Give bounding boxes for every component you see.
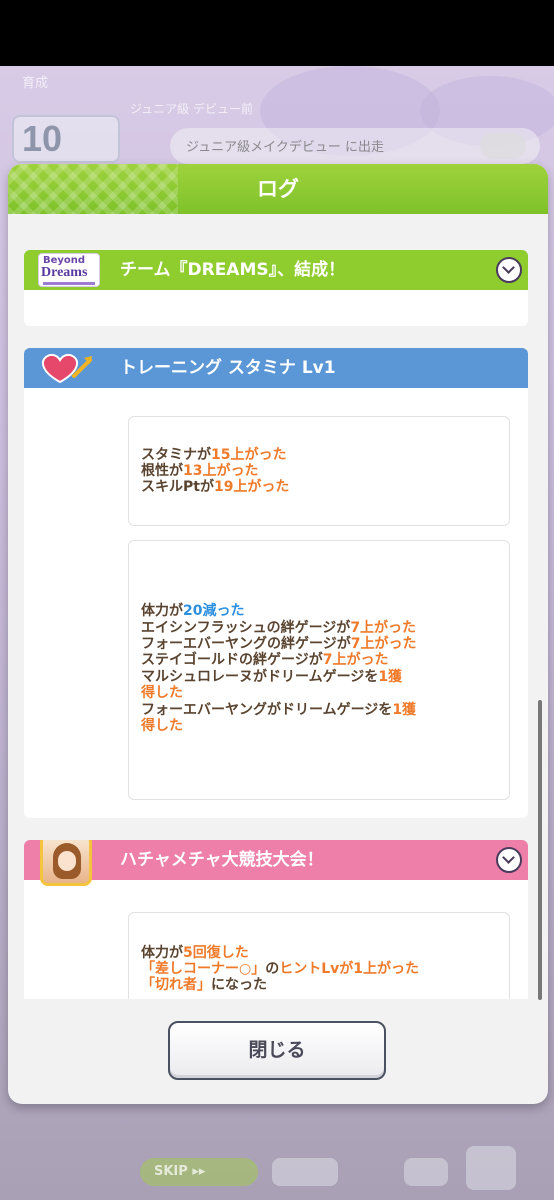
log-line: フォーエバーヤングがドリームゲージを1獲 (141, 702, 417, 718)
log-button-bg (272, 1158, 338, 1186)
log-line: 体力が5回復した (141, 945, 249, 961)
log-entry-competition: ハチャメチャ大競技大会！ 体力が5回復した 「差しコーナー○」のヒントLvが1上… (24, 840, 528, 999)
character-portrait (40, 840, 92, 886)
heart-arrow-icon (42, 353, 92, 384)
dialog-header: ログ (8, 164, 548, 214)
goal-detail-button (480, 133, 526, 159)
chevron-down-icon[interactable] (496, 257, 522, 283)
log-dialog: ログ Beyond Dreams チーム『DREAMS』、結成！ トレーニング … (8, 164, 548, 1104)
entry-title: トレーニング スタミナ Lv1 (120, 358, 336, 378)
log-line: ステイゴールドの絆ゲージが7上がった (141, 652, 389, 668)
event-effect-box: 体力が5回復した 「差しコーナー○」のヒントLvが1上がった 「切れ者」になった (128, 912, 510, 999)
chevron-down-icon[interactable] (496, 847, 522, 873)
close-button[interactable]: 閉じる (168, 1021, 386, 1080)
scrollbar[interactable] (538, 700, 542, 1000)
turn-label: 育成 (22, 76, 49, 91)
log-line: スタミナが15上がった (141, 447, 287, 463)
entry-header[interactable]: ハチャメチャ大競技大会！ (24, 840, 528, 886)
log-line: 得した (141, 718, 183, 734)
log-scroll-area[interactable]: Beyond Dreams チーム『DREAMS』、結成！ トレーニング スタミ… (18, 214, 538, 999)
log-entry-team: Beyond Dreams チーム『DREAMS』、結成！ (24, 250, 528, 326)
log-line: 「切れ者」になった (141, 977, 267, 993)
log-line: エイシンフラッシュの絆ゲージが7上がった (141, 620, 417, 636)
entry-header: トレーニング スタミナ Lv1 (24, 348, 528, 388)
log-line: スキルPtが19上がった (141, 479, 290, 495)
extra-button-bg (404, 1158, 448, 1186)
entry-title: チーム『DREAMS』、結成！ (120, 260, 346, 280)
turn-number: 10 (22, 118, 63, 159)
close-button-label: 閉じる (248, 1039, 306, 1061)
log-line: マルシュロレーヌがドリームゲージを1獲 (141, 669, 403, 685)
event-effect-box: 体力が20減った エイシンフラッシュの絆ゲージが7上がった フォーエバーヤングの… (128, 540, 510, 800)
stat-change-box: スタミナが15上がった 根性が13上がった スキルPtが19上がった (128, 416, 510, 526)
menu-icon (466, 1146, 516, 1190)
entry-header[interactable]: Beyond Dreams チーム『DREAMS』、結成！ (24, 250, 528, 290)
phase-label: ジュニア級 デビュー前 (130, 102, 253, 116)
goal-text: ジュニア級メイクデビュー に出走 (186, 140, 384, 155)
skip-label: SKIP ▸▸ (154, 1164, 206, 1179)
log-line: 得した (141, 685, 183, 701)
dialog-title: ログ (257, 177, 299, 201)
log-line: 体力が20減った (141, 603, 245, 619)
entry-title: ハチャメチャ大競技大会！ (120, 850, 324, 870)
beyond-dreams-logo: Beyond Dreams (38, 253, 100, 287)
log-line: フォーエバーヤングの絆ゲージが7上がった (141, 636, 417, 652)
status-bar (0, 0, 554, 66)
log-line: 「差しコーナー○」のヒントLvが1上がった (141, 961, 420, 977)
log-line: 根性が13上がった (141, 463, 259, 479)
portrait-face (58, 851, 76, 871)
log-entry-training: トレーニング スタミナ Lv1 スタミナが15上がった 根性が13上がった スキ… (24, 348, 528, 818)
